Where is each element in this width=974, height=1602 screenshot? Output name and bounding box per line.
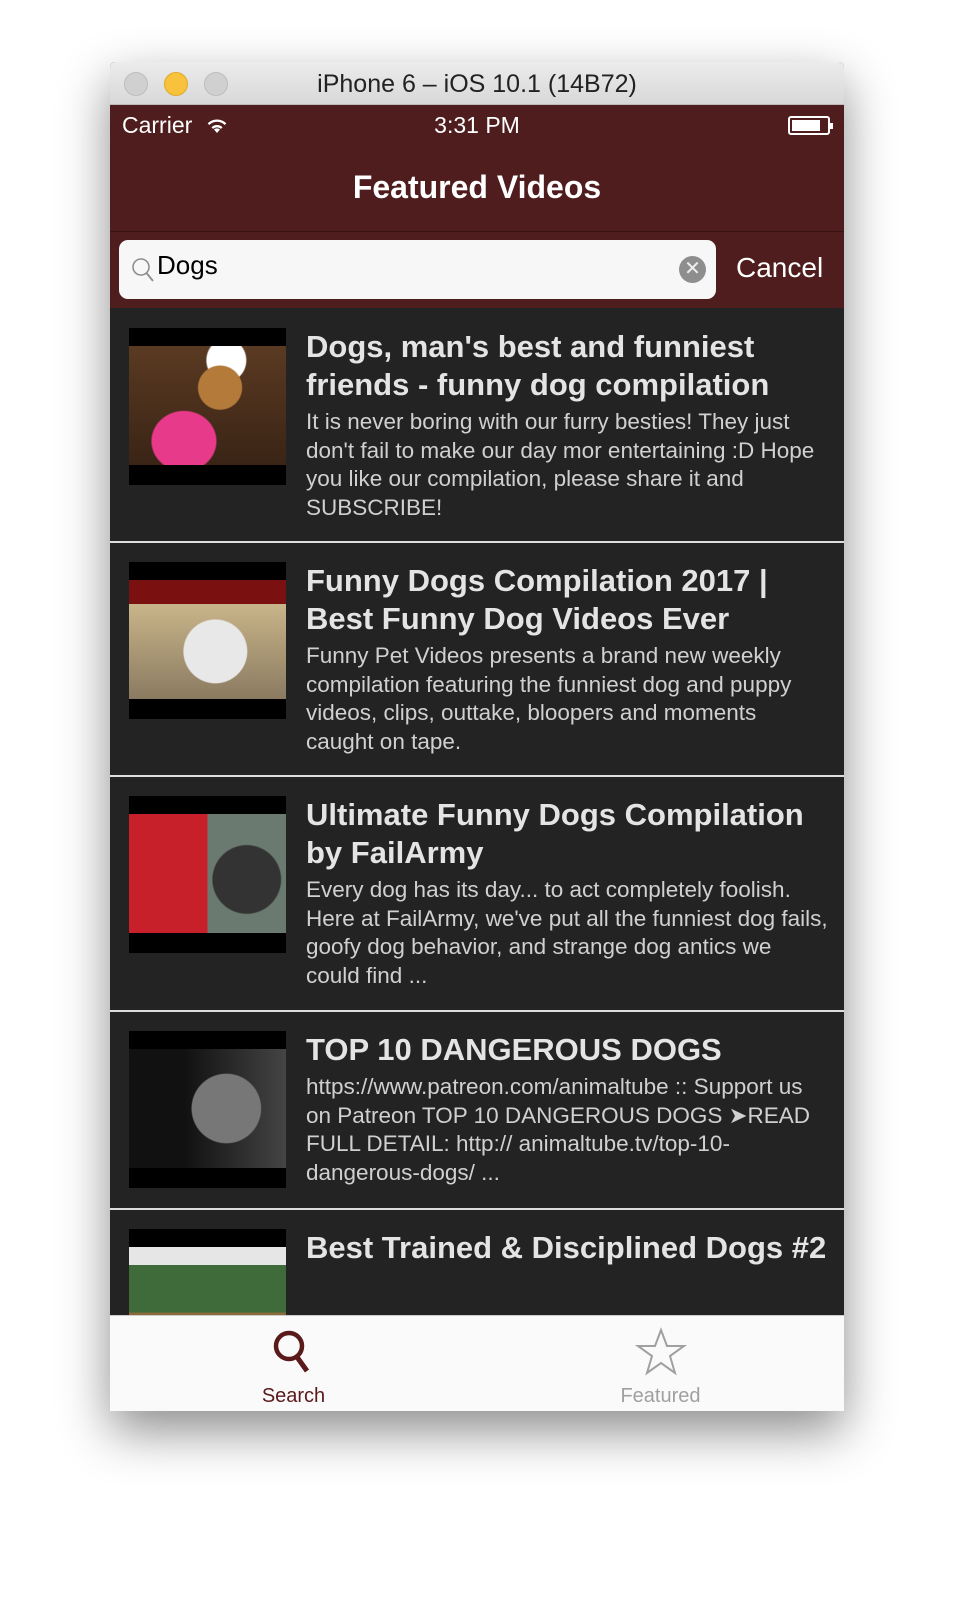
simulator-window: iPhone 6 – iOS 10.1 (14B72) Carrier 3:31…	[110, 62, 844, 1411]
status-bar: Carrier 3:31 PM	[110, 105, 844, 145]
video-row[interactable]: Dogs, man's best and funniest friends - …	[110, 309, 844, 543]
video-description: It is never boring with our furry bestie…	[306, 409, 815, 520]
search-input[interactable]	[157, 250, 657, 281]
video-title: TOP 10 DANGEROUS DOGS	[306, 1032, 722, 1067]
navigation-header: Carrier 3:31 PM Featured Videos ✕ Cancel	[110, 105, 844, 308]
window-title: iPhone 6 – iOS 10.1 (14B72)	[317, 70, 637, 98]
video-description: Every dog has its day... to act complete…	[306, 877, 828, 988]
search-bar: ✕ Cancel	[110, 231, 844, 308]
page-title: Featured Videos	[352, 169, 602, 205]
tab-label: Search	[261, 1385, 326, 1407]
video-thumbnail	[129, 562, 286, 719]
video-title: Dogs, man's best and funniest friends - …	[306, 329, 770, 402]
video-row[interactable]: Best Trained & Disciplined Dogs #2	[110, 1210, 844, 1315]
star-icon	[634, 1327, 687, 1376]
tab-search[interactable]: Search	[110, 1316, 477, 1411]
video-title: Best Trained & Disciplined Dogs #2	[306, 1230, 827, 1265]
video-thumbnail	[129, 1229, 286, 1315]
battery-icon	[788, 116, 833, 135]
video-thumbnail	[129, 796, 286, 953]
video-title: Funny Dogs Compilation 2017 | Best Funny…	[306, 563, 768, 636]
video-description: Funny Pet Videos presents a brand new we…	[306, 643, 792, 754]
video-row[interactable]: Funny Dogs Compilation 2017 | Best Funny…	[110, 543, 844, 777]
title-bar: iPhone 6 – iOS 10.1 (14B72)	[110, 62, 844, 105]
tab-featured[interactable]: Featured	[477, 1316, 844, 1411]
search-icon	[273, 1330, 309, 1373]
video-title: Ultimate Funny Dogs Compilation by FailA…	[306, 797, 804, 870]
video-thumbnail	[129, 328, 286, 485]
search-field[interactable]: ✕	[119, 240, 716, 299]
tab-label: Featured	[620, 1385, 701, 1407]
clear-search-button[interactable]: ✕	[679, 256, 706, 283]
video-list[interactable]: Dogs, man's best and funniest friends - …	[110, 309, 844, 1315]
video-description: https://www.patreon.com/animaltube :: Su…	[306, 1074, 811, 1185]
video-thumbnail	[129, 1031, 286, 1188]
status-time: 3:31 PM	[434, 112, 520, 138]
video-row[interactable]: TOP 10 DANGEROUS DOGS https://www.patreon…	[110, 1012, 844, 1210]
search-icon	[132, 258, 154, 282]
tab-bar: Search Featured	[110, 1315, 844, 1411]
cancel-button[interactable]: Cancel	[736, 252, 823, 284]
video-row[interactable]: Ultimate Funny Dogs Compilation by FailA…	[110, 777, 844, 1012]
